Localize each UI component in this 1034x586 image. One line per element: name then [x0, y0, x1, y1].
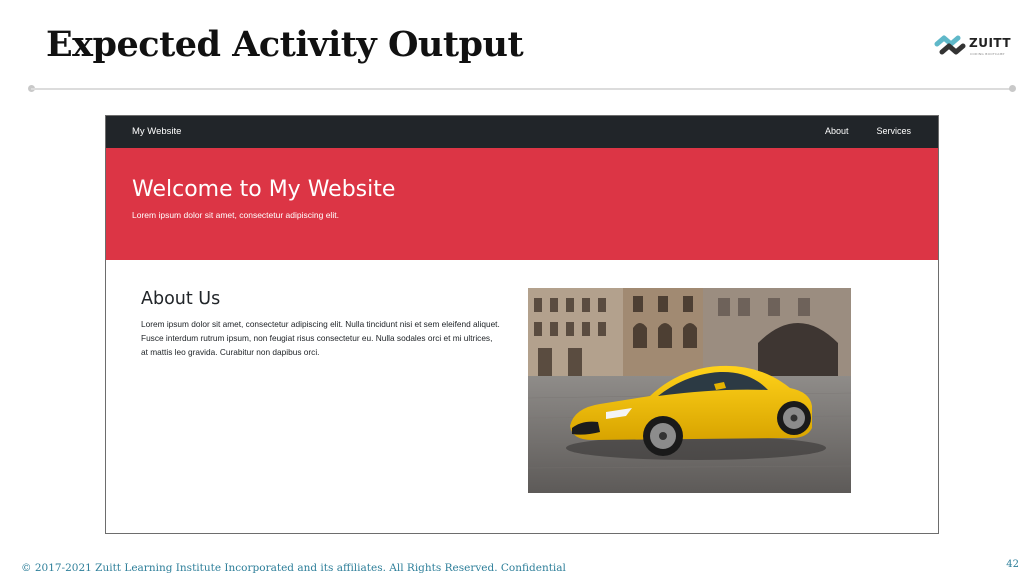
about-heading: About Us: [141, 289, 221, 309]
site-navbar: My Website About Services: [106, 116, 938, 148]
navbar-links: About Services: [825, 126, 911, 136]
about-paragraph: Lorem ipsum dolor sit amet, consectetur …: [141, 319, 500, 357]
logo-name: ZUITT: [969, 36, 1012, 50]
slide-title: Expected Activity Output: [46, 24, 524, 65]
zuitt-logo: ZUITT CODING BOOTCAMP: [934, 34, 1014, 60]
footer-copyright: © 2017-2021 Zuitt Learning Institute Inc…: [21, 562, 566, 574]
divider-right-dot: [1009, 85, 1016, 92]
car-photo: [528, 288, 851, 493]
car-photo-illustration: [528, 288, 851, 493]
hero-title: Welcome to My Website: [132, 177, 396, 202]
hero-subtitle: Lorem ipsum dolor sit amet, consectetur …: [132, 210, 339, 220]
title-divider: [31, 88, 1013, 90]
navbar-brand[interactable]: My Website: [132, 126, 181, 137]
nav-link-services[interactable]: Services: [876, 126, 911, 136]
website-preview: My Website About Services Welcome to My …: [105, 115, 939, 534]
nav-link-about[interactable]: About: [825, 126, 849, 136]
page-number: 42: [1006, 559, 1019, 570]
hero-section: Welcome to My Website Lorem ipsum dolor …: [106, 148, 938, 260]
logo-tagline: CODING BOOTCAMP: [970, 52, 1005, 56]
zuitt-logo-icon: [934, 35, 966, 55]
